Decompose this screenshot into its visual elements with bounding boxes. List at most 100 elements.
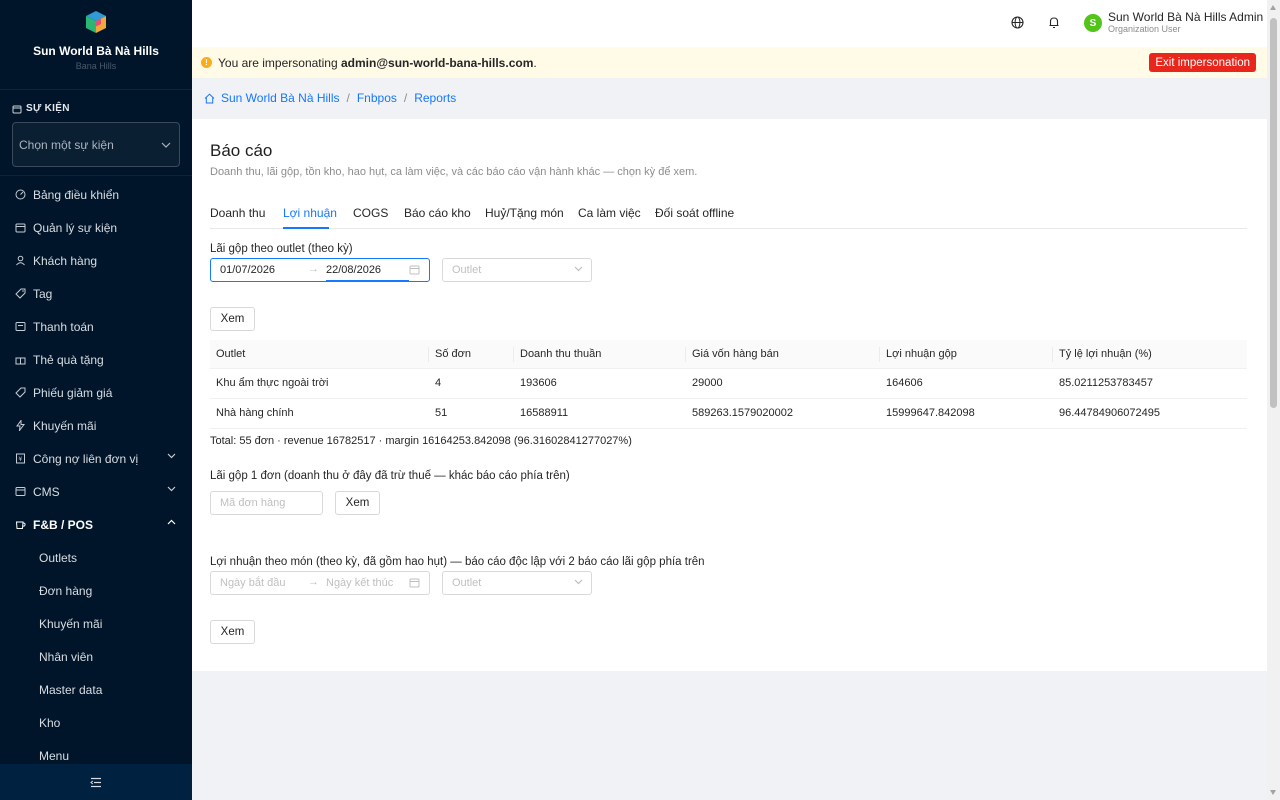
breadcrumb-fnbpos[interactable]: Fnbpos xyxy=(357,91,397,105)
submenu-item-staff[interactable]: Nhân viên xyxy=(0,640,192,673)
svg-text:¥: ¥ xyxy=(18,456,22,463)
dashboard-icon xyxy=(14,189,26,201)
menu-item-intercompany[interactable]: ¥ Công nợ liên đơn vị xyxy=(0,442,192,475)
view-order-margin-button[interactable]: Xem xyxy=(335,491,380,515)
outlet-select[interactable]: Outlet xyxy=(442,258,592,282)
order-code-input[interactable]: Mã đơn hàng xyxy=(210,491,323,515)
warning-icon: ! xyxy=(201,57,212,68)
cell-gross-profit: 15999647.842098 xyxy=(886,407,975,419)
menu-item-label: Khách hàng xyxy=(33,253,98,268)
submenu-item-promotions[interactable]: Khuyến mãi xyxy=(0,607,192,640)
item-date-range-picker[interactable]: Ngày bắt đầu → Ngày kết thúc xyxy=(210,571,430,595)
tab-shifts[interactable]: Ca làm việc xyxy=(578,206,641,220)
submenu-item-master-data[interactable]: Master data xyxy=(0,673,192,706)
breadcrumb-org[interactable]: Sun World Bà Nà Hills xyxy=(221,91,340,105)
menu-item-dashboard[interactable]: Bảng điều khiển xyxy=(0,178,192,211)
sidebar: Sun World Bà Nà Hills Bana Hills SỰ KIỆN… xyxy=(0,0,192,800)
submenu-item-orders[interactable]: Đơn hàng xyxy=(0,574,192,607)
menu-item-promotion[interactable]: Khuyến mãi xyxy=(0,409,192,442)
date-from-value[interactable]: 01/07/2026 xyxy=(220,264,275,276)
breadcrumb-separator: / xyxy=(346,91,350,105)
page-title: Báo cáo xyxy=(210,141,273,160)
breadcrumb-reports[interactable]: Reports xyxy=(414,91,456,105)
brand-name: Sun World Bà Nà Hills xyxy=(33,44,159,58)
top-header: S Sun World Bà Nà Hills Admin Organizati… xyxy=(192,0,1267,47)
menu-item-gift-card[interactable]: Thẻ quà tặng xyxy=(0,343,192,376)
view-item-profit-button[interactable]: Xem xyxy=(210,620,255,644)
view-outlet-margin-button[interactable]: Xem xyxy=(210,307,255,331)
menu-item-label: F&B / POS xyxy=(33,517,94,532)
cell-outlet: Nhà hàng chính xyxy=(216,407,294,419)
menu-item-customers[interactable]: Khách hàng xyxy=(0,244,192,277)
page-description: Doanh thu, lãi gộp, tồn kho, hao hụt, ca… xyxy=(210,166,698,178)
calendar-icon xyxy=(14,222,26,234)
menu-item-events[interactable]: Quản lý sự kiện xyxy=(0,211,192,244)
globe-icon[interactable] xyxy=(1011,16,1024,29)
scroll-down-arrow-icon[interactable] xyxy=(1270,790,1276,795)
sidebar-collapse-button[interactable] xyxy=(0,764,192,800)
menu-item-label: Quản lý sự kiện xyxy=(33,220,118,235)
cell-net-revenue: 16588911 xyxy=(520,407,569,419)
bell-icon[interactable] xyxy=(1048,16,1060,29)
section-item-profit-title: Lợi nhuận theo món (theo kỳ, đã gồm hao … xyxy=(210,556,705,568)
section-order-margin-title: Lãi gộp 1 đơn (doanh thu ở đây đã trừ th… xyxy=(210,470,570,482)
banner-text: You are impersonating admin@sun-world-ba… xyxy=(218,56,537,70)
menu-item-fnb-pos[interactable]: F&B / POS xyxy=(0,508,192,541)
tab-cogs[interactable]: COGS xyxy=(353,206,388,220)
page-scrollbar[interactable] xyxy=(1267,0,1280,800)
sidebar-divider xyxy=(0,175,192,176)
menu-item-label: Thanh toán xyxy=(33,319,94,334)
menu-item-coupon[interactable]: Phiếu giảm giá xyxy=(0,376,192,409)
date-to-value[interactable]: 22/08/2026 xyxy=(326,264,381,276)
ledger-icon: ¥ xyxy=(14,453,26,465)
brand: Sun World Bà Nà Hills Bana Hills xyxy=(0,0,192,90)
chevron-up-icon xyxy=(167,519,176,525)
user-menu[interactable]: S Sun World Bà Nà Hills Admin Organizati… xyxy=(1084,11,1263,35)
banner-email: admin@sun-world-bana-hills.com xyxy=(340,55,534,70)
start-date-placeholder[interactable]: Ngày bắt đầu xyxy=(220,577,285,589)
outlet-margin-table: Outlet Số đơn Doanh thu thuần Giá vốn hà… xyxy=(210,340,1247,429)
date-range-picker[interactable]: 01/07/2026 → 22/08/2026 xyxy=(210,258,430,282)
end-date-placeholder[interactable]: Ngày kết thúc xyxy=(326,577,393,589)
item-outlet-select[interactable]: Outlet xyxy=(442,571,592,595)
tab-profit[interactable]: Lợi nhuận xyxy=(283,206,337,220)
tab-void-comp[interactable]: Huỷ/Tặng món xyxy=(485,206,564,220)
table-header: Outlet Số đơn Doanh thu thuần Giá vốn hà… xyxy=(210,340,1247,369)
user-name: Sun World Bà Nà Hills Admin xyxy=(1108,10,1264,24)
scroll-up-arrow-icon[interactable] xyxy=(1270,5,1276,10)
cell-cogs: 589263.1579020002 xyxy=(692,407,793,419)
active-tab-indicator xyxy=(283,227,329,229)
arrow-right-icon: → xyxy=(308,263,319,275)
submenu-item-warehouse[interactable]: Kho xyxy=(0,706,192,739)
tab-inventory-report[interactable]: Báo cáo kho xyxy=(404,206,471,220)
outlet-select-placeholder: Outlet xyxy=(452,264,482,276)
impersonation-banner: ! You are impersonating admin@sun-world-… xyxy=(192,47,1267,78)
gift-icon xyxy=(14,354,26,366)
cell-gross-profit: 164606 xyxy=(886,377,923,389)
brand-subtitle: Bana Hills xyxy=(75,61,117,71)
menu-item-tag[interactable]: Tag xyxy=(0,277,192,310)
tab-revenue[interactable]: Doanh thu xyxy=(210,206,265,220)
tag-icon xyxy=(14,288,26,300)
sidebar-menu: Bảng điều khiển Quản lý sự kiện Khách hà… xyxy=(0,178,192,772)
menu-item-label: CMS xyxy=(33,484,60,499)
calendar-small-icon xyxy=(12,105,22,113)
table-row: Khu ẩm thực ngoài trời 4 193606 29000 16… xyxy=(210,369,1247,399)
menu-item-label: Khuyến mãi xyxy=(33,418,97,433)
chevron-down-icon xyxy=(161,142,171,148)
exit-impersonation-button[interactable]: Exit impersonation xyxy=(1149,53,1256,72)
menu-item-cms[interactable]: CMS xyxy=(0,475,192,508)
flash-icon xyxy=(14,420,26,432)
event-select[interactable]: Chọn một sự kiện xyxy=(12,122,180,167)
submenu-item-outlets[interactable]: Outlets xyxy=(0,541,192,574)
scrollbar-thumb[interactable] xyxy=(1270,18,1277,408)
section-outlet-margin-title: Lãi gộp theo outlet (theo kỳ) xyxy=(210,243,353,255)
report-tabs: Doanh thu Lợi nhuận COGS Báo cáo kho Huỷ… xyxy=(210,199,1247,229)
coupon-icon xyxy=(14,387,26,399)
header-icons xyxy=(1011,16,1060,29)
reports-card: Báo cáo Doanh thu, lãi gộp, tồn kho, hao… xyxy=(192,119,1267,671)
tab-offline-reconciliation[interactable]: Đối soát offline xyxy=(655,206,734,220)
menu-item-payment[interactable]: Thanh toán xyxy=(0,310,192,343)
payment-icon xyxy=(14,321,26,333)
arrow-right-icon: → xyxy=(308,576,319,588)
